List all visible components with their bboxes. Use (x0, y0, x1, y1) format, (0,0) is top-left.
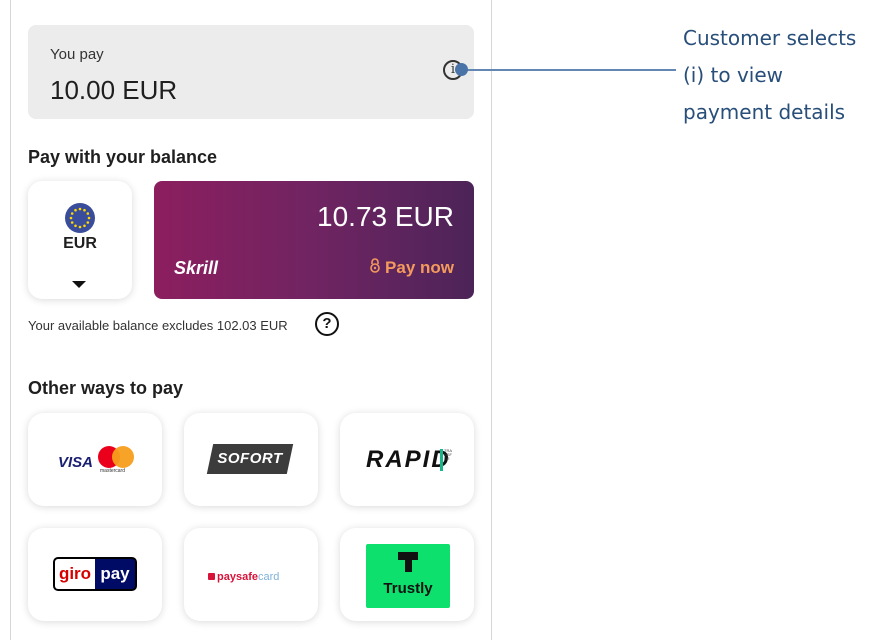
payment-method-sofort[interactable]: SOFORT (184, 413, 318, 506)
giropay-logo: giro pay (53, 557, 137, 591)
eu-flag-icon (65, 203, 95, 233)
callout-dot (455, 63, 468, 76)
chevron-down-icon[interactable] (72, 281, 86, 288)
other-methods-title: Other ways to pay (28, 378, 184, 398)
paysafecard-logo: paysafecard (208, 571, 279, 583)
rapid-transfer-mark (440, 449, 443, 471)
sofort-label: SOFORT (217, 450, 283, 467)
trustly-logo: Trustly (366, 544, 450, 608)
rapid-transfer-logo: RAPID (366, 446, 451, 473)
payment-method-visa-mastercard[interactable]: VISA mastercard (28, 413, 162, 506)
balance-section-title: Pay with your balance (28, 147, 218, 167)
skrill-pay-now-card[interactable]: 10.73 EUR Skrill Pay now (154, 181, 474, 299)
trustly-mark-icon (398, 552, 418, 572)
pay-now-button[interactable]: Pay now (369, 258, 454, 278)
trustly-label: Trustly (383, 580, 433, 597)
rapid-transfer-sub: TRANSFER (444, 448, 452, 461)
lock-icon (208, 573, 215, 580)
pay-amount: 10.00 EUR (50, 75, 178, 105)
visa-logo: VISA (58, 454, 94, 471)
you-pay-label: You pay (50, 46, 104, 63)
callout-text: Customer selects (i) to view payment det… (683, 26, 857, 124)
currency-code: EUR (63, 235, 97, 252)
lock-icon (369, 258, 381, 278)
skrill-logo: Skrill (174, 258, 219, 278)
payment-method-giropay[interactable]: giro pay (28, 528, 162, 621)
skrill-balance: 10.73 EUR (317, 201, 454, 232)
amount-summary: You pay 10.00 EUR i (28, 25, 474, 119)
help-icon[interactable]: ? (315, 312, 339, 336)
currency-selector[interactable]: EUR (28, 181, 132, 299)
payment-panel: You pay 10.00 EUR i Pay with your balanc… (10, 0, 492, 640)
mastercard-logo: mastercard (98, 446, 136, 476)
callout-line (462, 69, 676, 71)
payment-method-paysafecard[interactable]: paysafecard (184, 528, 318, 621)
balance-note: Your available balance excludes 102.03 E… (28, 318, 288, 333)
payment-method-trustly[interactable]: Trustly (340, 528, 474, 621)
payment-method-rapid-transfer[interactable]: RAPID TRANSFER (340, 413, 474, 506)
pay-now-label: Pay now (385, 258, 454, 277)
